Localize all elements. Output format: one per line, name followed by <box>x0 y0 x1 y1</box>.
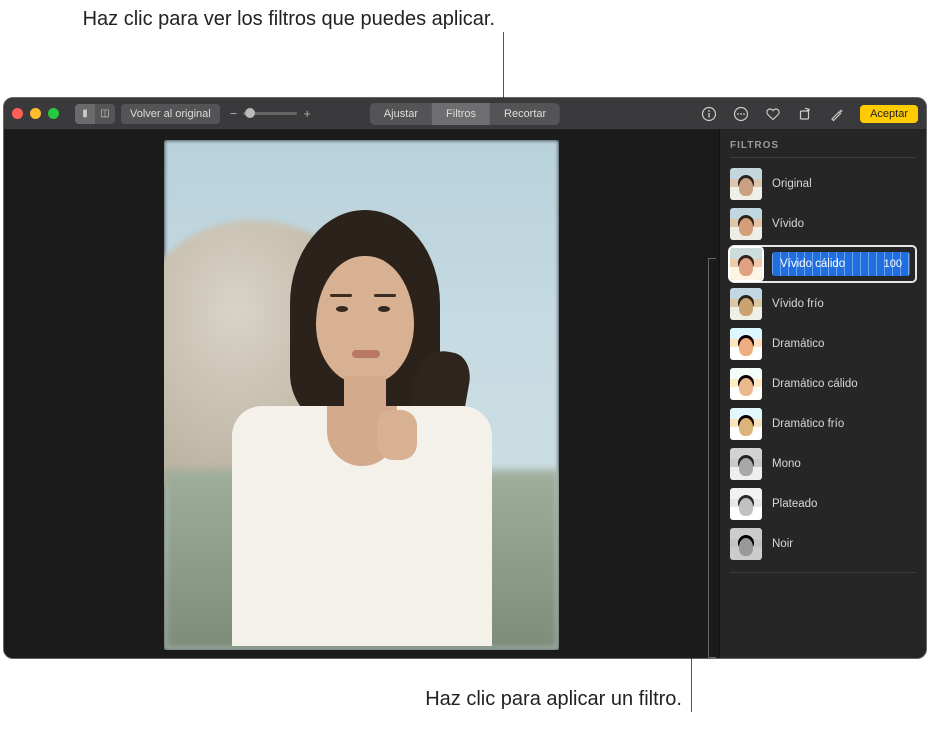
filter-label: Mono <box>772 458 910 470</box>
sidebar-title: FILTROS <box>730 140 916 158</box>
filter-intensity-slider[interactable]: Vívido cálido100 <box>772 252 910 276</box>
filter-label: Vívido cálido <box>780 258 884 270</box>
zoom-slider[interactable] <box>243 112 297 115</box>
photos-edit-window: ▮ ◫ Volver al original − + Ajustar Filtr… <box>4 98 926 658</box>
minimize-window-button[interactable] <box>30 108 41 119</box>
filter-item-dramc[interactable]: Dramático frío <box>730 406 916 442</box>
view-mode-compare-icon: ◫ <box>95 104 115 124</box>
toolbar-right: Aceptar <box>700 105 918 123</box>
filter-item-warm[interactable]: Vívido cálido100 <box>730 246 916 282</box>
filter-thumb <box>730 208 762 240</box>
filter-item-silver[interactable]: Plateado <box>730 486 916 522</box>
auto-enhance-icon[interactable] <box>828 105 846 123</box>
filter-item-cool[interactable]: Vívido frío <box>730 286 916 322</box>
filter-list: Original Vívido Vívido cálido100 Vívido frí… <box>730 166 916 573</box>
filter-item-dramw[interactable]: Dramático cálido <box>730 366 916 402</box>
filter-label: Dramático <box>772 338 910 350</box>
filter-item-noir[interactable]: Noir <box>730 526 916 562</box>
callout-leader-top <box>503 32 504 101</box>
filter-label: Noir <box>772 538 910 550</box>
filter-item-dram[interactable]: Dramático <box>730 326 916 362</box>
rotate-icon[interactable] <box>796 105 814 123</box>
zoom-slider-thumb[interactable] <box>245 108 255 118</box>
zoom-slider-group: − + <box>230 106 311 121</box>
tab-adjust[interactable]: Ajustar <box>370 103 432 125</box>
filter-list-bracket <box>708 258 716 658</box>
tab-crop[interactable]: Recortar <box>490 103 560 125</box>
edit-mode-segmented: Ajustar Filtros Recortar <box>370 103 560 125</box>
filter-thumb <box>730 528 762 560</box>
filter-thumb <box>730 368 762 400</box>
filter-thumb <box>730 288 762 320</box>
filter-label: Vívido frío <box>772 298 910 310</box>
filter-label: Plateado <box>772 498 910 510</box>
zoom-in-button[interactable]: + <box>303 106 311 121</box>
callout-apply-filter: Haz clic para aplicar un filtro. <box>0 688 682 711</box>
more-options-icon[interactable] <box>732 105 750 123</box>
revert-original-button[interactable]: Volver al original <box>121 104 220 124</box>
filter-thumb <box>730 408 762 440</box>
zoom-out-button[interactable]: − <box>230 106 238 121</box>
window-controls <box>12 108 59 119</box>
filter-item-mono[interactable]: Mono <box>730 446 916 482</box>
tab-filters[interactable]: Filtros <box>432 103 490 125</box>
close-window-button[interactable] <box>12 108 23 119</box>
filter-label: Dramático frío <box>772 418 910 430</box>
filter-label: Original <box>772 178 910 190</box>
filters-sidebar: FILTROS OriginalVívidoVívido cálido100Ví… <box>719 130 926 658</box>
favorite-heart-icon[interactable] <box>764 105 782 123</box>
filter-intensity-value: 100 <box>884 258 902 270</box>
filter-thumb <box>730 168 762 200</box>
edited-photo <box>164 140 559 650</box>
filter-label: Dramático cálido <box>772 378 910 390</box>
filter-label: Vívido <box>772 218 910 230</box>
view-mode-toggle[interactable]: ▮ ◫ <box>75 104 115 124</box>
filter-item-orig[interactable]: Original <box>730 166 916 202</box>
info-icon[interactable] <box>700 105 718 123</box>
filter-thumb <box>730 488 762 520</box>
accept-button[interactable]: Aceptar <box>860 105 918 123</box>
toolbar: ▮ ◫ Volver al original − + Ajustar Filtr… <box>4 98 926 130</box>
editor-body: FILTROS OriginalVívidoVívido cálido100Ví… <box>4 130 926 658</box>
photo-canvas[interactable] <box>4 130 719 658</box>
filter-item-vivid[interactable]: Vívido <box>730 206 916 242</box>
callout-filters-tab: Haz clic para ver los filtros que puedes… <box>0 6 495 32</box>
filter-thumb <box>730 248 762 280</box>
view-mode-single-icon: ▮ <box>75 104 95 124</box>
filter-thumb <box>730 328 762 360</box>
zoom-window-button[interactable] <box>48 108 59 119</box>
filter-thumb <box>730 448 762 480</box>
